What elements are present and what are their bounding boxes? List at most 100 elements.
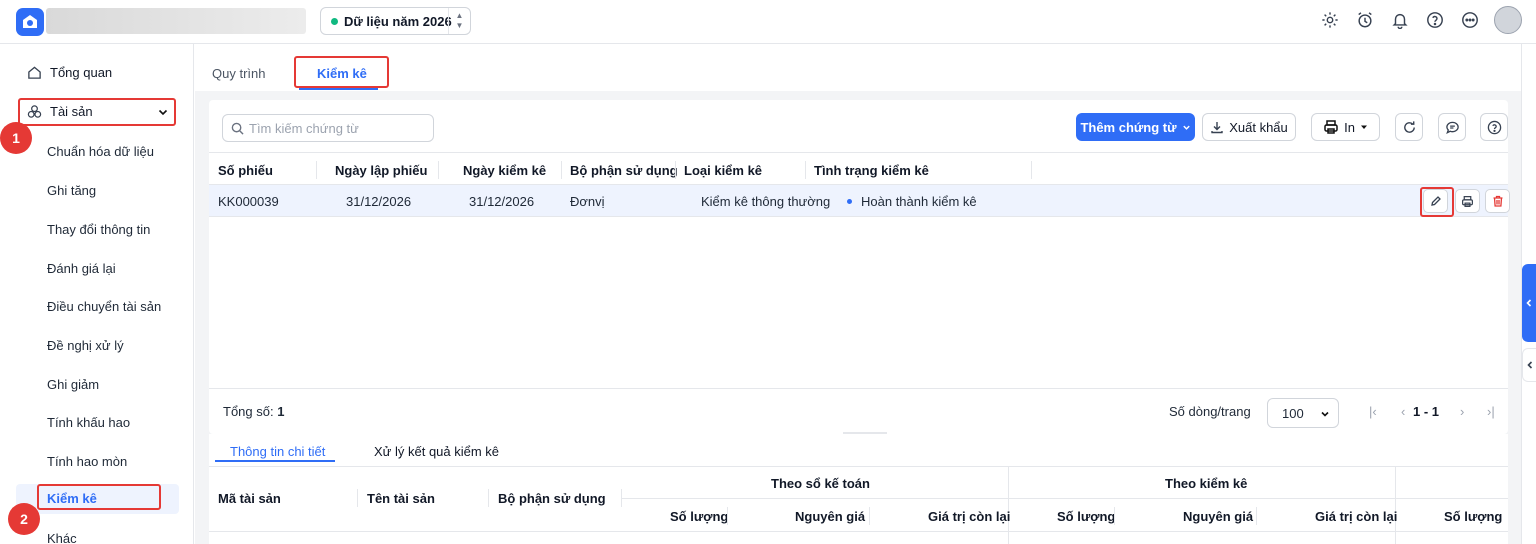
first-page-icon[interactable]: |‹ [1369,404,1377,419]
year-spinner[interactable]: ▲ ▼ [448,8,470,34]
rows-per-page-select[interactable]: 100 [1267,398,1339,428]
column-header-quantity[interactable]: Số lượng [1444,509,1502,524]
more-icon[interactable] [1459,9,1481,31]
column-header-remaining-value[interactable]: Giá trị còn lại [1315,509,1397,524]
bell-icon[interactable] [1389,9,1411,31]
sidebar-item-other[interactable]: Khác [47,531,77,544]
rows-per-page-label: Số dòng/trang [1169,404,1251,419]
next-page-icon[interactable]: › [1460,404,1464,419]
column-header-voucher-no[interactable]: Số phiếu [218,163,273,178]
collapse-side-panel-button[interactable] [1522,348,1536,382]
search-box[interactable] [222,114,434,142]
chevron-down-icon [1321,411,1329,417]
cell-inventory-status: Hoàn thành kiểm kê [861,194,977,209]
cell-inventory-date: 31/12/2026 [469,194,535,209]
sidebar-overview-label: Tổng quan [50,65,113,80]
tab-detail-info[interactable]: Thông tin chi tiết [230,444,325,459]
annotation-badge: 2 [8,503,40,535]
chevron-left-icon [1526,299,1532,307]
feedback-button[interactable] [1438,113,1466,141]
column-header-original-cost[interactable]: Nguyên giá [795,509,865,524]
add-voucher-button[interactable]: Thêm chứng từ [1076,113,1195,141]
total-count: Tổng số: 1 [223,404,284,419]
detail-panel: Thông tin chi tiết Xử lý kết quả kiểm kê… [209,434,1508,544]
help-button[interactable] [1480,113,1508,141]
refresh-button[interactable] [1395,113,1423,141]
column-header-inventory-date[interactable]: Ngày kiểm kê [463,163,546,178]
settings-icon[interactable] [1319,9,1341,31]
column-separator [488,489,489,507]
header-divider [209,531,1508,532]
prev-page-icon[interactable]: ‹ [1401,404,1405,419]
column-separator [805,161,806,179]
column-separator [357,489,358,507]
column-separator [561,161,562,179]
last-page-icon[interactable]: ›| [1487,404,1495,419]
sidebar-item-change-info[interactable]: Thay đổi thông tin [47,222,150,237]
column-header-remaining-value[interactable]: Giá trị còn lại [928,509,1010,524]
column-header-department[interactable]: Bộ phận sử dụng [498,491,606,506]
sidebar: Tổng quan Tài sản Chuẩn hóa dữ liệu Ghi … [0,44,194,544]
print-label: In [1344,119,1355,135]
help-icon[interactable] [1424,9,1446,31]
total-label: Tổng số: [223,404,274,419]
table-row[interactable]: KK000039 31/12/2026 31/12/2026 Đơnvị Kiể… [209,185,1510,217]
column-header-asset-name[interactable]: Tên tài sản [367,491,435,506]
year-selector[interactable]: Dữ liệu năm 2026 ▲ ▼ [320,7,471,35]
annotation-highlight-tab [294,56,389,88]
status-dot [847,199,852,204]
sidebar-item-normalize[interactable]: Chuẩn hóa dữ liệu [47,144,154,159]
sidebar-item-decrease[interactable]: Ghi giảm [47,377,99,392]
chevron-up-icon[interactable]: ▲ [456,11,464,21]
printer-icon [1324,120,1338,134]
print-button[interactable]: In [1311,113,1380,141]
cell-inventory-type: Kiểm kê thông thường [701,194,831,209]
avatar[interactable] [1494,6,1522,34]
delete-button[interactable] [1485,189,1510,213]
column-header-inventory-type[interactable]: Loại kiểm kê [684,163,762,178]
search-input[interactable] [249,120,429,136]
rows-per-page-value: 100 [1282,405,1304,421]
sidebar-item-disposal-request[interactable]: Đề nghị xử lý [47,338,124,353]
add-voucher-label: Thêm chứng từ [1080,119,1177,135]
annotation-highlight-assets [18,98,176,126]
alarm-icon[interactable] [1354,9,1376,31]
app-logo-icon[interactable] [16,8,44,36]
export-label: Xuất khẩu [1229,119,1288,135]
column-separator [1031,161,1032,179]
tab-process[interactable]: Quy trình [212,66,265,81]
chevron-down-icon[interactable]: ▼ [456,21,464,31]
year-label: Dữ liệu năm 2026 [344,13,452,29]
sidebar-item-wear[interactable]: Tính hao mòn [47,454,127,469]
print-row-button[interactable] [1455,189,1480,213]
annotation-highlight-edit [1420,187,1454,217]
column-header-quantity[interactable]: Số lượng [670,509,728,524]
column-separator [316,161,317,179]
column-separator [1008,467,1009,544]
sidebar-item-increase[interactable]: Ghi tăng [47,183,96,198]
tab-active-indicator [215,460,335,462]
help-icon [1487,120,1501,134]
status-dot [331,17,338,25]
expand-side-panel-button[interactable] [1522,264,1536,342]
cell-created-date: 31/12/2026 [346,194,412,209]
column-header-created-date[interactable]: Ngày lập phiếu [335,163,427,178]
cell-voucher-no[interactable]: KK000039 [218,194,279,209]
sidebar-item-overview[interactable]: Tổng quan [27,65,112,80]
tab-process-result[interactable]: Xử lý kết quả kiểm kê [374,444,499,459]
column-header-department[interactable]: Bộ phận sử dụng [570,163,678,178]
column-header-asset-code[interactable]: Mã tài sản [218,491,281,506]
chat-icon [1445,121,1459,134]
column-header-inventory-status[interactable]: Tình trạng kiểm kê [814,163,929,178]
column-separator [1395,467,1396,544]
column-separator [675,161,676,179]
column-header-original-cost[interactable]: Nguyên giá [1183,509,1253,524]
total-value: 1 [277,404,285,419]
column-header-quantity[interactable]: Số lượng [1057,509,1115,524]
sidebar-item-transfer[interactable]: Điều chuyển tài sản [47,299,161,314]
sidebar-item-depreciation[interactable]: Tính khấu hao [47,415,130,430]
sidebar-item-revaluation[interactable]: Đánh giá lại [47,261,116,276]
export-button[interactable]: Xuất khẩu [1202,113,1296,141]
detail-table-header: Mã tài sản Tên tài sản Bộ phận sử dụng T… [209,466,1508,544]
chevron-down-icon [1182,125,1190,130]
